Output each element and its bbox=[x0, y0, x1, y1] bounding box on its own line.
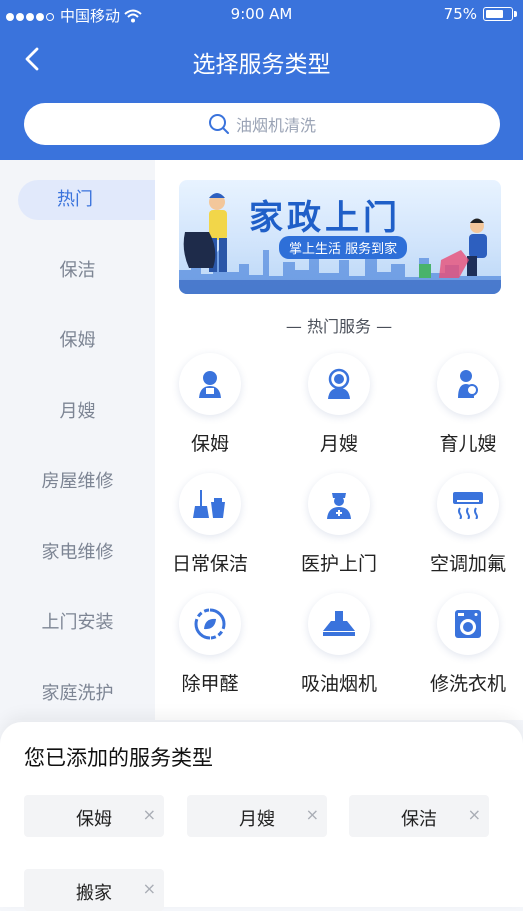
nav-bar: 选择服务类型 bbox=[0, 30, 523, 90]
service-label: 吸油烟机 bbox=[300, 673, 377, 695]
service-childcare[interactable]: 育儿嫂 bbox=[408, 353, 523, 463]
battery-percent: 75% bbox=[443, 5, 477, 23]
added-tag: 保洁 × bbox=[349, 795, 489, 837]
sidebar-item-hot[interactable]: 热门 bbox=[18, 180, 155, 220]
service-maternity[interactable]: 月嫂 bbox=[279, 353, 399, 463]
category-sidebar: 热门 保洁 保姆 月嫂 房屋维修 家电维修 上门安装 家庭洗护 bbox=[0, 160, 155, 720]
sidebar-item-maternity[interactable]: 月嫂 bbox=[0, 392, 155, 432]
status-bar: 中国移动 9:00 AM 75% bbox=[0, 0, 523, 30]
service-range-hood[interactable]: 吸油烟机 bbox=[279, 593, 399, 703]
sidebar-item-laundry[interactable]: 家庭洗护 bbox=[0, 674, 155, 714]
header: 中国移动 9:00 AM 75% 选择服务类型 油烟机清洗 bbox=[0, 0, 523, 160]
service-label: 保姆 bbox=[190, 433, 229, 455]
sidebar-item-appliance-repair[interactable]: 家电维修 bbox=[0, 533, 155, 573]
service-formaldehyde-removal[interactable]: 除甲醛 bbox=[150, 593, 270, 703]
battery-icon bbox=[483, 7, 517, 21]
childcare-icon bbox=[437, 353, 499, 415]
service-label: 医护上门 bbox=[300, 553, 377, 575]
added-tag: 搬家 × bbox=[24, 869, 164, 911]
promo-banner[interactable]: 家政上门 掌上生活 服务到家 bbox=[179, 180, 501, 294]
added-tag: 月嫂 × bbox=[187, 795, 327, 837]
remove-tag-icon[interactable]: × bbox=[468, 805, 481, 824]
added-services-sheet: 您已添加的服务类型 保姆 × 月嫂 × 保洁 × 搬家 × bbox=[0, 722, 523, 911]
added-services-title: 您已添加的服务类型 bbox=[24, 746, 213, 770]
service-label: 日常保洁 bbox=[171, 553, 248, 575]
maternity-icon bbox=[308, 353, 370, 415]
service-label: 除甲醛 bbox=[181, 673, 239, 695]
service-label: 育儿嫂 bbox=[439, 433, 497, 455]
sidebar-item-house-repair[interactable]: 房屋维修 bbox=[0, 462, 155, 502]
remove-tag-icon[interactable]: × bbox=[306, 805, 319, 824]
service-label: 空调加氟 bbox=[429, 553, 506, 575]
banner-subtitle: 掌上生活 服务到家 bbox=[279, 236, 408, 259]
service-air-conditioner[interactable]: 空调加氟 bbox=[408, 473, 523, 583]
service-nanny[interactable]: 保姆 bbox=[150, 353, 270, 463]
formaldehyde-icon bbox=[179, 593, 241, 655]
nanny-icon bbox=[179, 353, 241, 415]
sidebar-item-cleaning[interactable]: 保洁 bbox=[0, 251, 155, 291]
service-medical[interactable]: 医护上门 bbox=[279, 473, 399, 583]
medical-icon bbox=[308, 473, 370, 535]
service-daily-cleaning[interactable]: 日常保洁 bbox=[150, 473, 270, 583]
page-title: 选择服务类型 bbox=[192, 52, 331, 78]
search-icon bbox=[208, 114, 229, 134]
remove-tag-icon[interactable]: × bbox=[143, 879, 156, 898]
hot-services-heading: — 热门服务 — bbox=[285, 317, 393, 336]
sidebar-item-installation[interactable]: 上门安装 bbox=[0, 603, 155, 643]
service-washing-machine[interactable]: 修洗衣机 bbox=[408, 593, 523, 703]
service-label: 修洗衣机 bbox=[429, 673, 506, 695]
banner-title: 家政上门 bbox=[249, 198, 401, 238]
remove-tag-icon[interactable]: × bbox=[143, 805, 156, 824]
sidebar-item-nanny[interactable]: 保姆 bbox=[0, 321, 155, 361]
search-input[interactable]: 油烟机清洗 bbox=[24, 103, 500, 145]
air-conditioner-icon bbox=[437, 473, 499, 535]
added-tag: 保姆 × bbox=[24, 795, 164, 837]
cleaning-icon bbox=[179, 473, 241, 535]
range-hood-icon bbox=[308, 593, 370, 655]
service-label: 月嫂 bbox=[319, 433, 358, 455]
search-placeholder: 油烟机清洗 bbox=[235, 116, 316, 135]
washing-machine-icon bbox=[437, 593, 499, 655]
service-panel: 家政上门 掌上生活 服务到家 — 热门服务 — 保姆 月嫂 育儿嫂 日常保洁 医… bbox=[155, 160, 523, 720]
